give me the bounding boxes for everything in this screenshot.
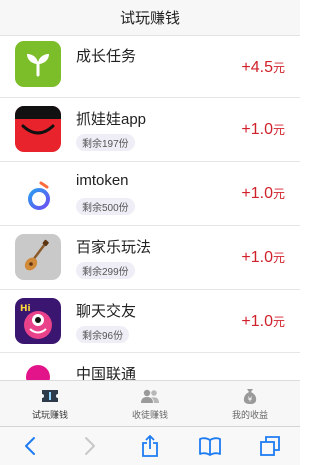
reward-amount: +1.0元 [241, 185, 285, 202]
book-icon [199, 437, 221, 456]
claw-machine-icon [15, 106, 61, 152]
page-title-bar: 试玩赚钱 [0, 0, 300, 36]
forward-button[interactable] [75, 431, 105, 461]
tab-my-earnings[interactable]: ¥ 我的收益 [200, 381, 300, 426]
list-item[interactable]: 百家乐玩法 剩余299份 +1.0元 [0, 226, 300, 290]
monster-icon: Hi [15, 298, 61, 344]
list-item[interactable]: 抓娃娃app 剩余197份 +1.0元 [0, 98, 300, 162]
app-name: 抓娃娃app [76, 111, 147, 128]
svg-text:Hi: Hi [20, 304, 31, 314]
back-button[interactable] [15, 431, 45, 461]
share-icon [142, 435, 158, 457]
users-icon [141, 389, 159, 403]
list-item[interactable]: 成长任务 +4.5元 [0, 36, 300, 98]
bookmarks-button[interactable] [195, 431, 225, 461]
share-button[interactable] [135, 431, 165, 461]
app-name: imtoken [76, 172, 129, 189]
tab-trial-earn[interactable]: 试玩赚钱 [0, 381, 100, 426]
task-list: 成长任务 +4.5元 抓娃娃app 剩余197份 +1.0元 imtoken 剩… [0, 36, 300, 380]
browser-toolbar [0, 426, 300, 465]
list-item[interactable]: Hi 聊天交友 剩余96份 +1.0元 [0, 290, 300, 353]
remaining-badge: 剩余500份 [76, 198, 135, 215]
list-item[interactable]: 中国联通 [0, 353, 300, 380]
page-title: 试玩赚钱 [119, 10, 180, 27]
app-name: 聊天交友 [76, 303, 137, 320]
reward-amount: +1.0元 [241, 121, 285, 138]
remaining-badge: 剩余299份 [76, 262, 135, 279]
chevron-left-icon [25, 437, 35, 455]
tabs-icon [260, 436, 280, 456]
bottom-tab-bar: 试玩赚钱 收徒赚钱 ¥ 我的收益 [0, 380, 300, 426]
imtoken-icon [15, 170, 61, 216]
remaining-badge: 剩余96份 [76, 326, 130, 343]
ticket-icon [42, 389, 58, 402]
list-item[interactable]: imtoken 剩余500份 +1.0元 [0, 162, 300, 226]
app-name: 百家乐玩法 [76, 239, 152, 256]
reward-amount: +1.0元 [241, 313, 285, 330]
app-name: 成长任务 [76, 48, 137, 65]
unicom-icon [15, 361, 61, 380]
tabs-button[interactable] [255, 431, 285, 461]
money-bag-icon: ¥ [243, 388, 257, 404]
tab-apprentice-earn[interactable]: 收徒赚钱 [100, 381, 200, 426]
chevron-right-icon [85, 437, 95, 455]
guitar-icon [15, 234, 61, 280]
reward-amount: +4.5元 [241, 59, 285, 76]
sprout-icon [15, 41, 61, 87]
reward-amount: +1.0元 [241, 249, 285, 266]
remaining-badge: 剩余197份 [76, 134, 135, 151]
svg-text:¥: ¥ [248, 395, 253, 403]
app-name: 中国联通 [76, 366, 137, 380]
